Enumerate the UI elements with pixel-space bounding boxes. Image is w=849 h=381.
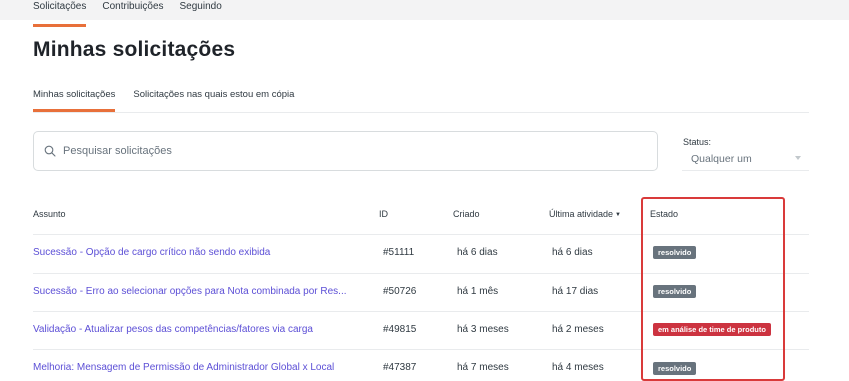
request-created: há 1 mês <box>457 286 499 297</box>
column-header-last-activity[interactable]: Última atividade ▼ <box>549 209 621 219</box>
last-activity-label: Última atividade <box>549 209 614 219</box>
chevron-down-icon <box>795 156 801 160</box>
request-last-activity: há 4 meses <box>552 362 604 373</box>
sort-desc-icon: ▼ <box>615 212 621 218</box>
request-subject-link[interactable]: Sucessão - Erro ao selecionar opções par… <box>33 286 347 297</box>
row-divider <box>33 234 809 235</box>
status-filter-label: Status: <box>683 137 712 147</box>
top-nav-following[interactable]: Seguindo <box>180 0 222 20</box>
search-box[interactable] <box>33 131 658 171</box>
request-created: há 3 meses <box>457 324 509 335</box>
top-nav: Solicitações Contribuições Seguindo <box>33 0 222 27</box>
status-badge: em análise de time de produto <box>653 323 771 336</box>
search-icon <box>43 144 57 158</box>
request-last-activity: há 2 meses <box>552 324 604 335</box>
column-header-status: Estado <box>650 209 679 219</box>
request-subject-link[interactable]: Melhoria: Mensagem de Permissão de Admin… <box>33 362 334 373</box>
top-nav-requests[interactable]: Solicitações <box>33 0 87 27</box>
status-badge: resolvido <box>653 362 697 375</box>
column-header-created: Criado <box>453 209 480 219</box>
request-created: há 7 meses <box>457 362 509 373</box>
tab-cc-requests[interactable]: Solicitações nas quais estou em cópia <box>133 89 294 112</box>
request-id: #51111 <box>383 247 415 258</box>
request-subject-link[interactable]: Validação - Atualizar pesos das competên… <box>33 324 313 335</box>
request-last-activity: há 6 dias <box>552 247 593 258</box>
search-input[interactable] <box>63 145 623 157</box>
row-divider <box>33 349 809 350</box>
sub-tabs: Minhas solicitações Solicitações nas qua… <box>33 89 809 113</box>
page-title: Minhas solicitações <box>33 38 236 61</box>
request-id: #49815 <box>383 324 417 335</box>
column-header-subject: Assunto <box>33 209 66 219</box>
row-divider <box>33 273 809 274</box>
status-filter-value: Qualquer um <box>691 153 752 165</box>
top-nav-contributions[interactable]: Contribuições <box>102 0 163 20</box>
status-badge: resolvido <box>653 246 697 259</box>
request-id: #47387 <box>383 362 417 373</box>
request-id: #50726 <box>383 286 417 297</box>
column-header-id: ID <box>379 209 388 219</box>
request-subject-link[interactable]: Sucessão - Opção de cargo crítico não se… <box>33 247 270 258</box>
tab-my-requests[interactable]: Minhas solicitações <box>33 89 116 112</box>
request-created: há 6 dias <box>457 247 498 258</box>
status-filter-select[interactable]: Qualquer um <box>682 149 809 171</box>
request-last-activity: há 17 dias <box>552 286 599 297</box>
row-divider <box>33 311 809 312</box>
status-badge: resolvido <box>653 285 697 298</box>
